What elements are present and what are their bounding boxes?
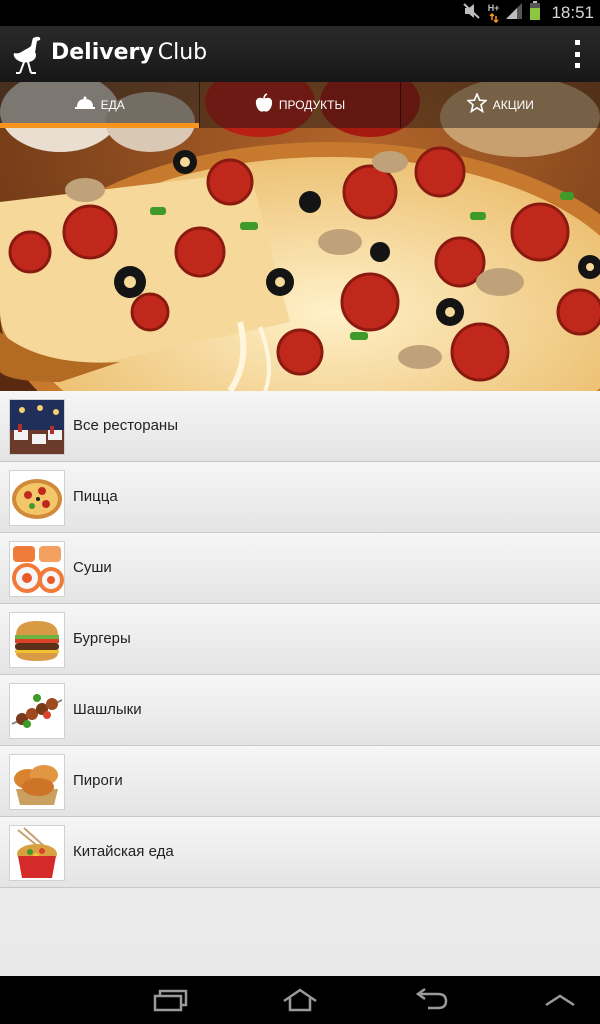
- back-icon[interactable]: [400, 982, 460, 1018]
- app-screen: H+ 18:51 Delivery Club ЕДА ПРОДУКТЫ АКЦИ…: [0, 0, 600, 1024]
- star-icon: [465, 91, 488, 118]
- action-bar: Delivery Club: [0, 26, 600, 83]
- tab-food-label: ЕДА: [100, 98, 125, 112]
- app-title-bold: Delivery: [51, 40, 154, 65]
- list-item-shashlik[interactable]: Шашлыки: [0, 675, 600, 746]
- list-item-chinese-food[interactable]: Китайская еда: [0, 817, 600, 888]
- overflow-menu-icon[interactable]: [572, 40, 582, 68]
- home-icon[interactable]: [270, 982, 330, 1018]
- network-hplus-icon: H+: [487, 2, 500, 23]
- list-item-all-restaurants[interactable]: Все рестораны: [0, 391, 600, 462]
- network-type-label: H+: [487, 2, 500, 13]
- restaurant-thumbnail: [10, 400, 64, 454]
- battery-icon: [529, 0, 541, 26]
- tab-products[interactable]: ПРОДУКТЫ: [200, 82, 401, 128]
- status-time: 18:51: [551, 3, 594, 22]
- list-item-pizza[interactable]: Пицца: [0, 462, 600, 533]
- status-icons: H+ 18:51: [462, 0, 594, 26]
- tab-products-label: ПРОДУКТЫ: [278, 98, 346, 112]
- tab-promotions-label: АКЦИИ: [492, 98, 534, 112]
- list-item-label: Пироги: [73, 772, 123, 789]
- pies-thumbnail: [10, 755, 64, 809]
- mute-icon: [462, 2, 482, 25]
- list-item-label: Пицца: [73, 488, 118, 505]
- signal-icon: [505, 2, 523, 25]
- list-item-label: Шашлыки: [73, 701, 142, 718]
- list-item-pies[interactable]: Пироги: [0, 746, 600, 817]
- pizza-thumbnail: [10, 471, 64, 525]
- burger-thumbnail: [10, 613, 64, 667]
- list-item-label: Китайская еда: [73, 843, 174, 860]
- list-item-label: Суши: [73, 559, 112, 576]
- sushi-thumbnail: [10, 542, 64, 596]
- status-bar: H+ 18:51: [0, 0, 600, 26]
- list-item-burgers[interactable]: Бургеры: [0, 604, 600, 675]
- list-item-sushi[interactable]: Суши: [0, 533, 600, 604]
- recent-apps-icon[interactable]: [140, 982, 200, 1018]
- category-tabs: ЕДА ПРОДУКТЫ АКЦИИ: [0, 82, 600, 128]
- app-title-light: Club: [157, 40, 208, 65]
- tab-food[interactable]: ЕДА: [0, 82, 201, 128]
- apple-icon: [255, 92, 273, 118]
- ostrich-logo-icon[interactable]: [10, 34, 46, 74]
- expand-up-icon[interactable]: [530, 982, 590, 1018]
- cloche-icon: [74, 96, 95, 115]
- category-list: Все рестораны Пицца Суши Бургеры Шашлыки…: [0, 391, 600, 976]
- system-nav-bar: [0, 976, 600, 1024]
- tab-promotions[interactable]: АКЦИИ: [400, 82, 600, 128]
- list-item-label: Бургеры: [73, 630, 131, 647]
- shashlik-thumbnail: [10, 684, 64, 738]
- app-title: Delivery Club: [51, 40, 207, 65]
- chinese-food-thumbnail: [10, 826, 64, 880]
- hero-pizza-banner: [0, 82, 600, 391]
- list-item-label: Все рестораны: [73, 417, 178, 434]
